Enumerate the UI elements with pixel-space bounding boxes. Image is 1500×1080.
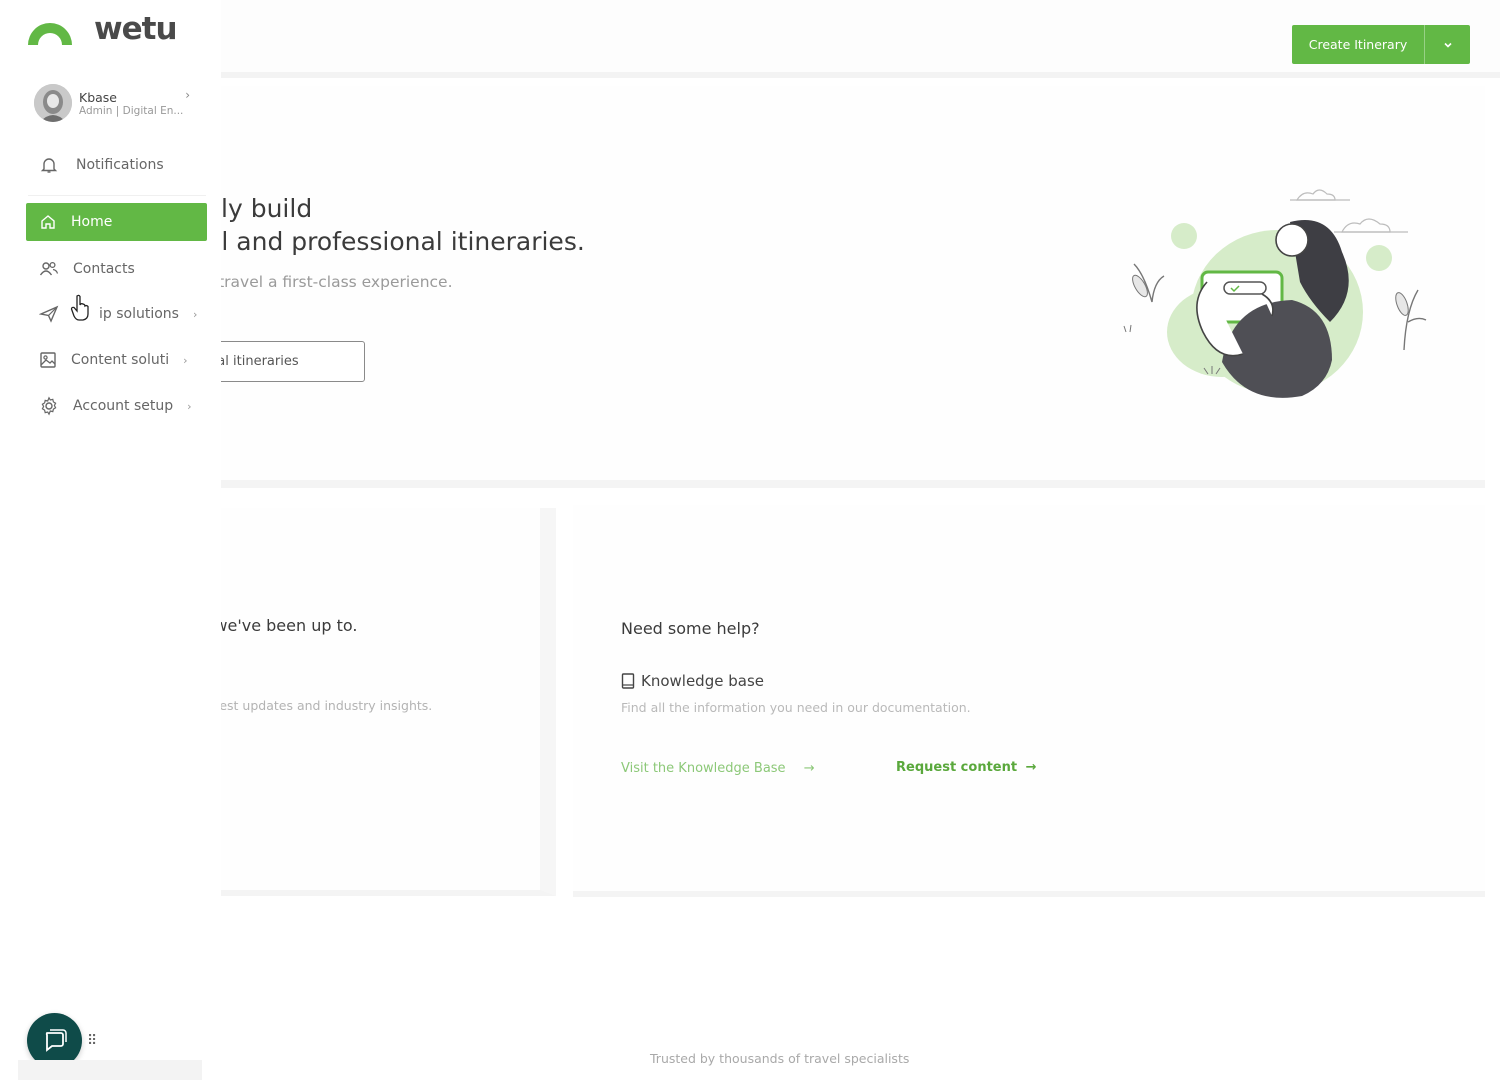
sidebar-bottom-strip xyxy=(18,1060,202,1080)
chevron-down-icon xyxy=(1443,42,1452,48)
chevron-right-icon: › xyxy=(192,307,198,321)
user-avatar-icon xyxy=(34,84,72,122)
sidebar-item-contacts[interactable]: Contacts xyxy=(26,250,207,288)
wetu-arc-logo-icon xyxy=(28,23,72,45)
hero-illustration xyxy=(1123,189,1427,398)
top-bar: Create Itinerary xyxy=(0,0,1500,78)
sidebar-item-label: Contacts xyxy=(73,261,135,277)
contacts-icon xyxy=(39,261,59,276)
divider xyxy=(28,195,206,196)
image-icon xyxy=(40,352,56,368)
sidebar-item-label: Content soluti xyxy=(71,352,170,368)
arrow-right-icon: → xyxy=(803,761,815,776)
sidebar-item-content-solutions[interactable]: Content soluti › xyxy=(26,341,207,379)
visit-knowledge-base-label: Visit the Knowledge Base xyxy=(621,761,786,776)
footer-tagline: Trusted by thousands of travel specialis… xyxy=(650,1051,910,1066)
drag-handle-icon[interactable]: ⠿ xyxy=(87,1034,97,1048)
visit-knowledge-base-link[interactable]: Visit the Knowledge Base → xyxy=(621,761,815,776)
knowledge-base-description: Find all the information you need in our… xyxy=(621,700,971,715)
knowledge-base-heading: Knowledge base xyxy=(621,672,764,690)
help-card: Need some help? Knowledge base Find all … xyxy=(573,505,1485,897)
sidebar-item-label: ip solutions xyxy=(99,306,179,322)
chevron-right-icon: › xyxy=(187,399,192,413)
create-itinerary-label: Create Itinerary xyxy=(1292,25,1425,64)
sidebar-item-account-setup[interactable]: Account setup › xyxy=(26,387,207,425)
book-icon xyxy=(621,673,635,689)
notifications-label: Notifications xyxy=(76,157,164,173)
home-icon xyxy=(41,215,55,229)
request-content-link[interactable]: Request content → xyxy=(896,760,1037,775)
help-card-title: Need some help? xyxy=(621,619,760,638)
sidebar: wetu Kbase Admin | Digital En... › Notif… xyxy=(0,0,221,1080)
hero-heading-line2: tiful and professional itineraries. xyxy=(180,227,585,256)
send-icon xyxy=(39,305,59,323)
hero-banner: ently build tiful and professional itine… xyxy=(0,86,1485,488)
chevron-right-icon: › xyxy=(183,353,188,367)
notifications-item[interactable]: Notifications xyxy=(40,152,210,178)
user-name: Kbase xyxy=(79,89,117,105)
user-profile[interactable]: Kbase Admin | Digital En... › xyxy=(34,82,194,124)
chevron-right-icon: › xyxy=(185,88,190,102)
sidebar-item-trip-solutions[interactable]: ip solutions › xyxy=(26,295,207,333)
hand-cursor-icon xyxy=(70,294,89,321)
knowledge-base-label: Knowledge base xyxy=(641,672,764,690)
create-itinerary-button[interactable]: Create Itinerary xyxy=(1292,25,1470,64)
logo-text: wetu xyxy=(94,11,178,47)
request-content-label: Request content xyxy=(896,760,1018,775)
user-role: Admin | Digital En... xyxy=(79,104,184,117)
settings-icon xyxy=(41,396,57,416)
sidebar-item-home[interactable]: Home xyxy=(26,203,207,241)
wetu-logo[interactable]: wetu xyxy=(24,11,178,47)
chat-icon xyxy=(45,1028,67,1052)
avatar xyxy=(34,84,72,122)
sidebar-item-label: Home xyxy=(71,214,113,230)
sidebar-item-label: Account setup xyxy=(73,398,174,414)
bell-icon xyxy=(40,158,58,173)
arrow-right-icon: → xyxy=(1025,760,1037,775)
create-itinerary-dropdown[interactable] xyxy=(1425,39,1470,51)
